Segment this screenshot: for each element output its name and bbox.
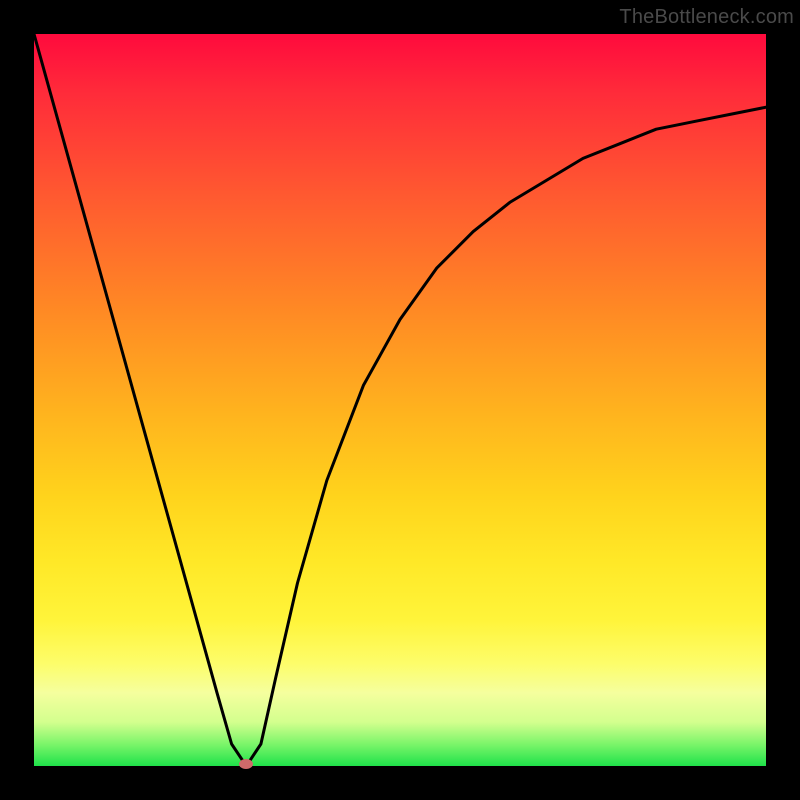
watermark-text: TheBottleneck.com — [619, 6, 794, 29]
optimal-point-marker — [239, 759, 253, 769]
chart-frame: TheBottleneck.com — [0, 0, 800, 800]
plot-area — [34, 34, 766, 766]
bottleneck-curve — [34, 34, 766, 766]
